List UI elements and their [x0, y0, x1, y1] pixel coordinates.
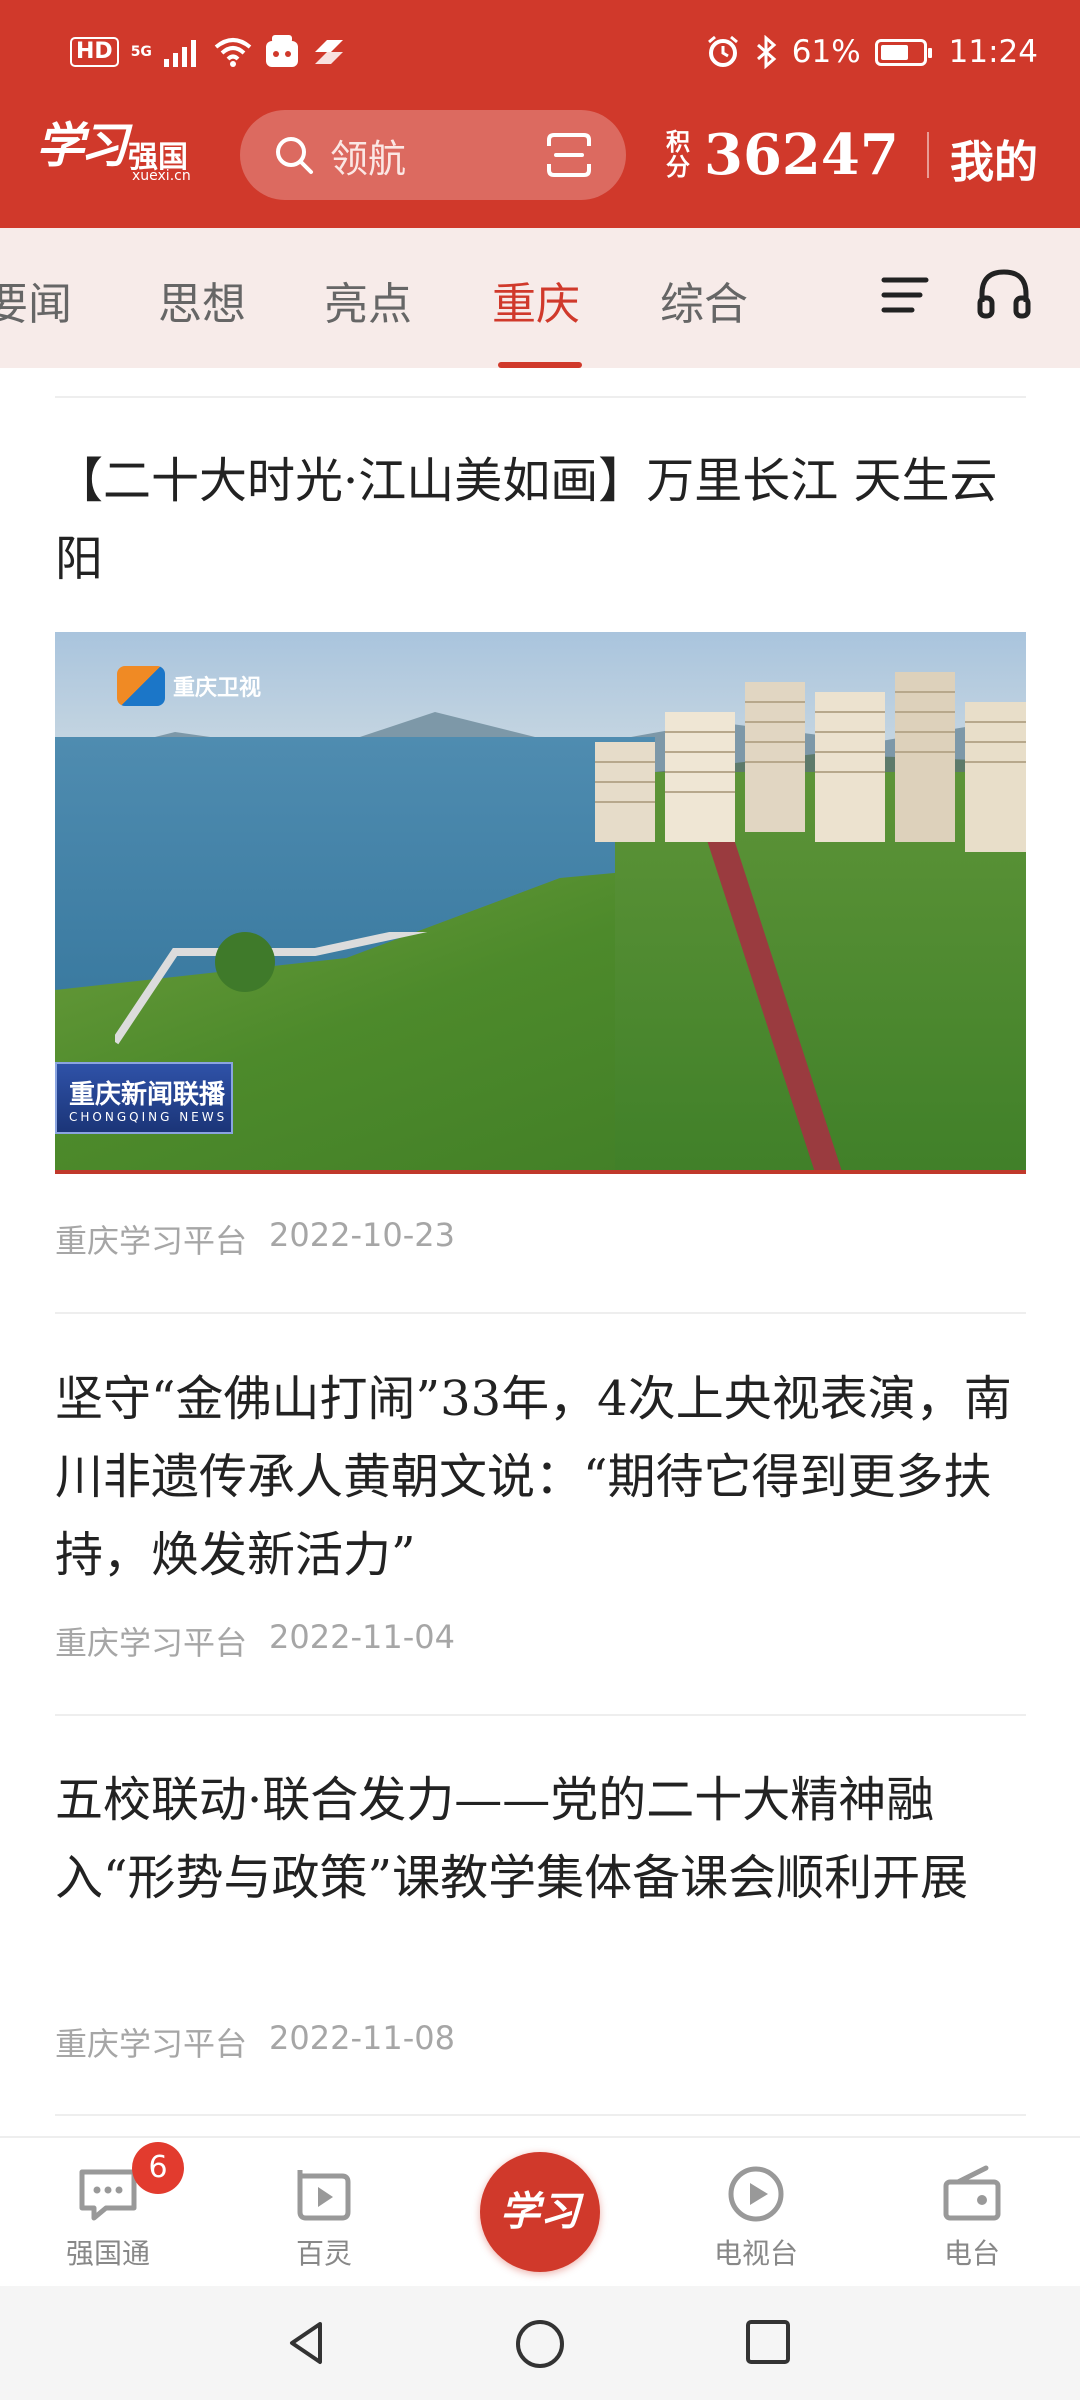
nav-tv[interactable]: 电视台 [686, 2162, 826, 2272]
article-meta: 重庆学习平台 2022-11-08 [55, 2019, 455, 2065]
article-source: 重庆学习平台 [55, 1222, 248, 1260]
article-title[interactable]: 坚守“金佛山打闹”33年，4次上央视表演，南川非遗传承人黄朝文说：“期待它得到更… [55, 1360, 1035, 1594]
center-study-button[interactable]: 学习 [480, 2152, 600, 2272]
article-source: 重庆学习平台 [55, 1624, 248, 1662]
logo-domain: xuexi.cn [132, 168, 191, 184]
channel-logo-mark [117, 666, 165, 706]
recents-icon[interactable] [744, 2318, 792, 2366]
play-square-icon [297, 2170, 351, 2221]
article-title[interactable]: 五校联动·联合发力——党的二十大精神融入“形势与政策”课教学集体备课会顺利开展 [55, 1761, 1035, 1917]
home-icon[interactable] [514, 2318, 566, 2370]
article-date: 2022-11-04 [269, 1618, 455, 1656]
search-placeholder: 领航 [330, 136, 407, 181]
nav-bailing[interactable]: 百灵 [254, 2162, 394, 2272]
signal-icon [163, 40, 196, 67]
points-display[interactable]: 积分 36247 [666, 112, 929, 198]
battery-percent: 61% [791, 34, 861, 70]
nav-label: 电视台 [713, 2237, 798, 2270]
divider [55, 396, 1026, 398]
tab-sixiang[interactable]: 思想 [158, 268, 246, 332]
channel-menu-icon[interactable] [880, 270, 930, 320]
channel-logo: 重庆卫视 [117, 666, 261, 706]
news-program-name: 重庆新闻联播 [69, 1080, 226, 1110]
chat-icon [79, 2169, 137, 2221]
video-walkway [115, 932, 428, 1045]
nav-radio[interactable]: 电台 [902, 2162, 1042, 2272]
points-value: 36247 [704, 122, 899, 188]
header-divider [926, 132, 929, 178]
system-navigation-bar [0, 2286, 1080, 2400]
nav-label: 百灵 [295, 2237, 352, 2270]
search-bar[interactable]: 领航 [240, 110, 626, 200]
status-bar: HD 5G 61% 11:24 [0, 0, 1080, 104]
article-title[interactable]: 【二十大时光·江山美如画】万里长江 天生云阳 [55, 442, 1035, 598]
nav-label: 强国通 [65, 2237, 150, 2270]
tab-liangdian[interactable]: 亮点 [324, 268, 412, 332]
divider [55, 1312, 1026, 1314]
news-feed: 【二十大时光·江山美如画】万里长江 天生云阳 重庆卫视 重庆新闻联播 CHONG… [0, 368, 1080, 2136]
tab-zonghe[interactable]: 综合 [660, 268, 748, 332]
vpn-icon [314, 40, 343, 64]
article-date: 2022-10-23 [269, 1216, 455, 1254]
article-meta: 重庆学习平台 2022-10-23 [55, 1216, 455, 1262]
divider [55, 1714, 1026, 1716]
tab-chongqing[interactable]: 重庆 [492, 268, 580, 332]
article-video-thumbnail[interactable]: 重庆卫视 重庆新闻联播 CHONGQING NEWS [55, 632, 1026, 1174]
news-program-tag: 重庆新闻联播 CHONGQING NEWS [55, 1062, 233, 1134]
status-left: HD 5G [70, 28, 346, 76]
channel-name: 重庆卫视 [173, 676, 262, 701]
article-date: 2022-11-08 [269, 2019, 455, 2057]
app-notification-icon [265, 35, 298, 67]
scan-icon[interactable] [546, 132, 592, 178]
tab-yaowen[interactable]: 要闻 [0, 268, 72, 332]
headphones-icon[interactable] [976, 266, 1032, 322]
tabs-fade [800, 228, 860, 368]
app-logo[interactable]: 学习 强国 xuexi.cn [36, 106, 206, 188]
status-right: 61% 11:24 [706, 28, 1038, 76]
logo-script: 学习 [36, 118, 128, 174]
article-meta: 重庆学习平台 2022-11-04 [55, 1618, 455, 1664]
my-profile-link[interactable]: 我的 [950, 126, 1038, 190]
article-source: 重庆学习平台 [55, 2025, 248, 2063]
back-icon[interactable] [282, 2318, 332, 2368]
bluetooth-icon [756, 35, 777, 69]
clock-time: 11:24 [948, 34, 1038, 70]
search-icon [276, 137, 313, 174]
network-indicator: 5G [131, 45, 152, 59]
points-label: 积分 [666, 128, 690, 181]
news-program-name-en: CHONGQING NEWS [69, 1110, 228, 1124]
app-header: HD 5G 61% 11:24 学习 强国 xuexi.cn 领航 积分 362… [0, 0, 1080, 228]
unread-badge: 6 [132, 2142, 184, 2194]
battery-icon [874, 38, 932, 66]
hd-indicator: HD [70, 37, 119, 67]
divider [55, 2114, 1026, 2116]
alarm-icon [707, 35, 738, 67]
video-buildings [595, 672, 1026, 852]
radio-icon [943, 2165, 1001, 2221]
nav-label: 电台 [943, 2237, 1000, 2270]
play-circle-icon [728, 2166, 784, 2222]
wifi-icon [214, 38, 252, 67]
network-type: 5G [130, 44, 152, 60]
